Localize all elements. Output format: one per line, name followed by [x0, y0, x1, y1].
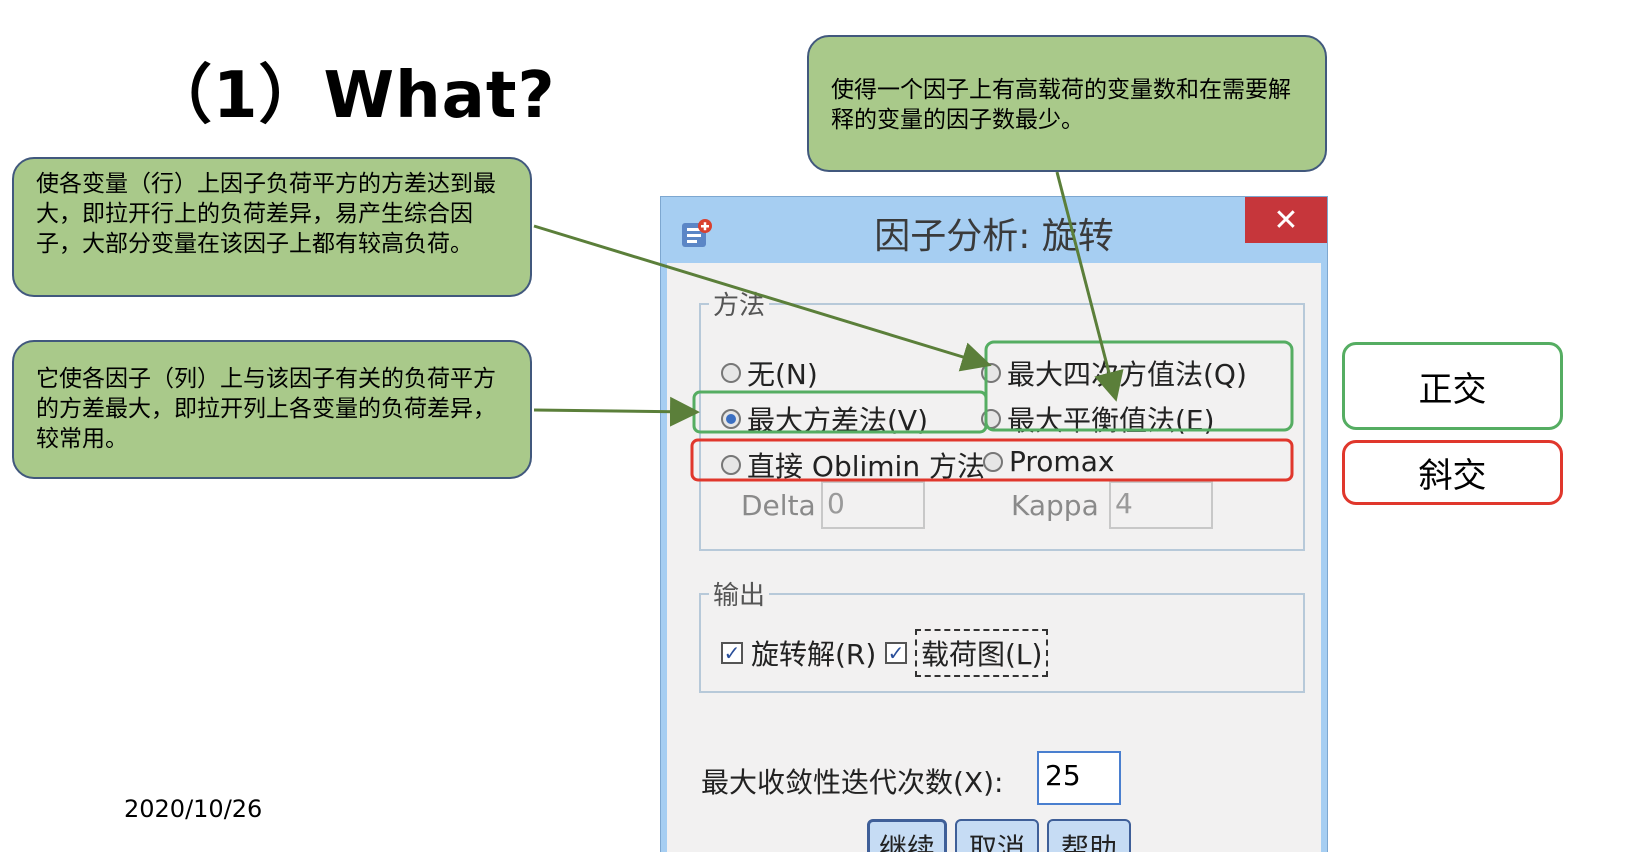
- help-button[interactable]: 帮助: [1047, 819, 1131, 852]
- close-icon: ✕: [1273, 202, 1299, 238]
- orthogonal-label: 正交: [1342, 342, 1563, 430]
- radio-button-selected-icon: [721, 409, 741, 429]
- checkbox-loading-plot[interactable]: ✓ 载荷图(L): [885, 629, 1049, 677]
- delta-label: Delta: [741, 489, 816, 522]
- cancel-button[interactable]: 取消: [955, 819, 1039, 852]
- rotated-solution-label: 旋转解(R): [751, 638, 877, 671]
- oblique-label: 斜交: [1342, 440, 1563, 505]
- output-group-legend: 输出: [709, 575, 770, 612]
- slide-date: 2020/10/26: [124, 795, 263, 823]
- kappa-input[interactable]: 4: [1109, 481, 1213, 529]
- radio-none-label: 无(N): [747, 358, 818, 391]
- radio-varimax[interactable]: 最大方差法(V): [721, 399, 928, 439]
- dialog-client-area: 方法 无(N) 最大四次方值法(Q) 最大方差法(V) 最大平衡值法(E) 直接…: [667, 263, 1321, 852]
- delta-input[interactable]: 0: [821, 481, 925, 529]
- dialog-title: 因子分析: 旋转: [874, 216, 1114, 257]
- check-mark-icon: ✓: [721, 642, 743, 664]
- callout-quartimax: 使得一个因子上有高载荷的变量数和在需要解释的变量的因子数最少。: [807, 35, 1327, 172]
- method-group: 方法 无(N) 最大四次方值法(Q) 最大方差法(V) 最大平衡值法(E) 直接…: [699, 285, 1305, 551]
- radio-varimax-label: 最大方差法(V): [747, 404, 929, 437]
- callout-row-variance: 使各变量（行）上因子负荷平方的方差达到最大，即拉开行上的负荷差异，易产生综合因子…: [12, 157, 532, 297]
- radio-promax[interactable]: Promax: [983, 445, 1114, 478]
- slide: （1）What? 2020/10/26 使各变量（行）上因子负荷平方的方差达到最…: [0, 0, 1626, 852]
- radio-button-icon: [721, 363, 741, 383]
- close-button[interactable]: ✕: [1245, 197, 1327, 243]
- radio-promax-label: Promax: [1009, 445, 1115, 478]
- method-group-legend: 方法: [709, 285, 770, 322]
- radio-button-icon: [981, 409, 1001, 429]
- callout-varimax: 它使各因子（列）上与该因子有关的负荷平方的方差最大，即拉开列上各变量的负荷差异，…: [12, 340, 532, 479]
- max-iterations-label: 最大收敛性迭代次数(X):: [701, 766, 1004, 799]
- rotation-dialog: 因子分析: 旋转 ✕ 方法 无(N) 最大四次方值法(Q) 最大方差法(V) 最…: [660, 196, 1328, 852]
- radio-equamax-label: 最大平衡值法(E): [1007, 404, 1215, 437]
- output-group: 输出 ✓ 旋转解(R) ✓ 载荷图(L): [699, 575, 1305, 693]
- radio-equamax[interactable]: 最大平衡值法(E): [981, 399, 1215, 439]
- radio-quartimax[interactable]: 最大四次方值法(Q): [981, 353, 1247, 393]
- radio-none[interactable]: 无(N): [721, 353, 818, 393]
- dialog-titlebar[interactable]: 因子分析: 旋转 ✕: [661, 197, 1327, 263]
- continue-button[interactable]: 继续: [867, 819, 947, 852]
- slide-title: （1）What?: [148, 59, 556, 133]
- radio-oblimin-label: 直接 Oblimin 方法: [747, 450, 985, 483]
- radio-button-icon: [981, 363, 1001, 383]
- loading-plot-label: 载荷图(L): [915, 629, 1049, 677]
- check-mark-icon: ✓: [885, 642, 907, 664]
- kappa-label: Kappa: [1011, 489, 1099, 522]
- radio-button-icon: [983, 451, 1003, 472]
- checkbox-rotated-solution[interactable]: ✓ 旋转解(R): [721, 633, 876, 673]
- radio-button-icon: [721, 455, 741, 475]
- radio-quartimax-label: 最大四次方值法(Q): [1007, 358, 1247, 391]
- max-iterations-input[interactable]: 25: [1037, 751, 1121, 805]
- radio-oblimin[interactable]: 直接 Oblimin 方法: [721, 445, 985, 485]
